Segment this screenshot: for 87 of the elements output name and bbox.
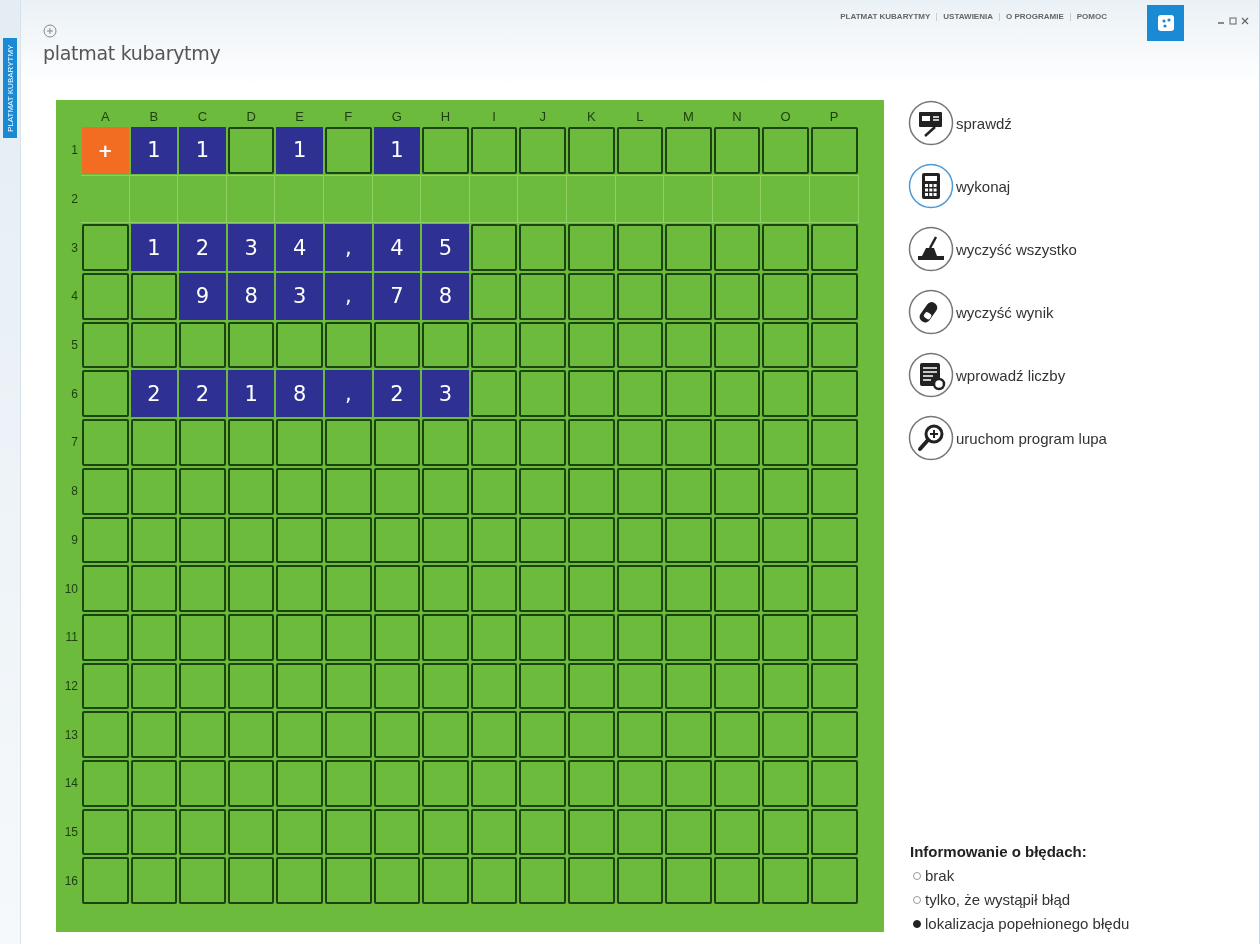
digit-cell[interactable]: 9	[179, 273, 226, 320]
digit-cell[interactable]: 2	[373, 370, 421, 418]
maximize-icon[interactable]	[1229, 17, 1237, 25]
digit-cell[interactable]: 1	[227, 370, 275, 418]
action-button[interactable]: wprowadź liczby	[908, 352, 1066, 398]
digit-cell[interactable]: 3	[227, 224, 275, 272]
column-header: E	[294, 108, 305, 126]
app-title: platmat kubarytmy	[43, 42, 222, 64]
empty-cell[interactable]	[469, 174, 519, 224]
digit-cell[interactable]: 7	[373, 273, 421, 320]
digit-cell[interactable]: 3	[422, 370, 469, 418]
row-header: 2	[70, 191, 79, 209]
empty-cell[interactable]	[226, 174, 276, 224]
row-header: 9	[70, 531, 79, 549]
radio-icon[interactable]	[913, 895, 921, 904]
column-header: M	[682, 108, 695, 126]
column-header: B	[148, 108, 160, 126]
digit-cell[interactable]: 1	[373, 127, 421, 174]
column-header: C	[196, 108, 209, 126]
column-header: F	[343, 108, 354, 126]
digit-cell[interactable]: 1	[276, 127, 323, 174]
radio-icon[interactable]	[913, 919, 921, 928]
row-header: 5	[70, 337, 79, 355]
digit-cell[interactable]: 1	[130, 224, 178, 272]
menu-item[interactable]: PLATMAT KUBARYTMY	[840, 12, 931, 21]
column-header: A	[99, 108, 111, 126]
column-header: O	[779, 108, 792, 126]
row-header: 3	[70, 239, 79, 257]
digit-cell[interactable]: 1	[179, 127, 226, 174]
row-header: 12	[63, 677, 79, 695]
row-header: 16	[63, 872, 79, 890]
row-header: 8	[70, 483, 79, 501]
digit-cell[interactable]: 2	[179, 370, 226, 418]
app-logo-icon	[1147, 5, 1184, 41]
action-button[interactable]: sprawdź	[908, 100, 1012, 146]
action-button[interactable]: wyczyść wynik	[908, 289, 1054, 335]
empty-cell[interactable]	[615, 174, 665, 224]
column-header: G	[390, 108, 403, 126]
empty-cell[interactable]	[809, 174, 859, 224]
digit-cell[interactable]: 3	[276, 273, 323, 320]
radio-icon[interactable]	[913, 871, 921, 880]
row-header: 1	[70, 142, 79, 160]
action-button[interactable]: wykonaj	[908, 163, 1011, 209]
digit-cell[interactable]: 2	[179, 224, 226, 272]
empty-cell[interactable]	[566, 174, 616, 224]
row-header: 11	[64, 629, 79, 647]
column-header: P	[828, 108, 840, 126]
column-header: N	[731, 108, 743, 126]
row-header: 14	[63, 775, 79, 793]
row-header: 4	[70, 288, 79, 306]
digit-cell[interactable]: ,	[324, 224, 372, 272]
column-header: I	[491, 108, 497, 126]
digit-cell[interactable]: ,	[324, 273, 372, 320]
row-header: 6	[70, 385, 79, 403]
radio-option[interactable]: brak	[913, 867, 1259, 884]
digit-cell[interactable]: 2	[130, 370, 178, 418]
radio-option[interactable]: lokalizacja popełnionego błędu	[913, 915, 1259, 932]
digit-cell[interactable]: ,	[324, 370, 372, 418]
digit-cell[interactable]: 5	[422, 224, 469, 272]
column-header: L	[635, 108, 645, 126]
action-button[interactable]: wyczyść wszystko	[908, 226, 1077, 272]
digit-cell[interactable]: 4	[276, 224, 323, 272]
menu-item[interactable]: POMOC	[1076, 12, 1107, 21]
menu-item[interactable]: USTAWIENIA	[943, 12, 993, 21]
empty-cell[interactable]	[372, 174, 422, 224]
side-tab[interactable]: PLATMAT KUBARYTMY	[3, 38, 17, 138]
digit-cell[interactable]: 8	[422, 273, 469, 320]
empty-cell[interactable]	[712, 174, 762, 224]
close-icon[interactable]	[1241, 17, 1249, 25]
row-header: 7	[70, 434, 79, 452]
digit-cell[interactable]: 1	[130, 127, 178, 174]
row-header: 10	[63, 580, 79, 598]
digit-cell[interactable]: 4	[373, 224, 421, 272]
digit-cell[interactable]: 8	[227, 273, 275, 320]
column-header: K	[585, 108, 597, 126]
empty-cell[interactable]	[129, 174, 179, 224]
column-header: H	[439, 108, 452, 126]
action-button[interactable]: uruchom program lupa	[908, 415, 1107, 461]
row-header: 15	[63, 823, 79, 841]
digit-cell[interactable]: 8	[276, 370, 323, 418]
section-title: Informowanie o błędach:	[910, 843, 1088, 860]
menu-item[interactable]: O PROGRAMIE	[1006, 12, 1064, 21]
empty-cell[interactable]	[323, 174, 373, 224]
row-header: 13	[63, 726, 79, 744]
column-header: J	[538, 108, 547, 126]
column-header: D	[245, 108, 257, 126]
radio-option[interactable]: tylko, że wystąpił błąd	[913, 891, 1259, 908]
